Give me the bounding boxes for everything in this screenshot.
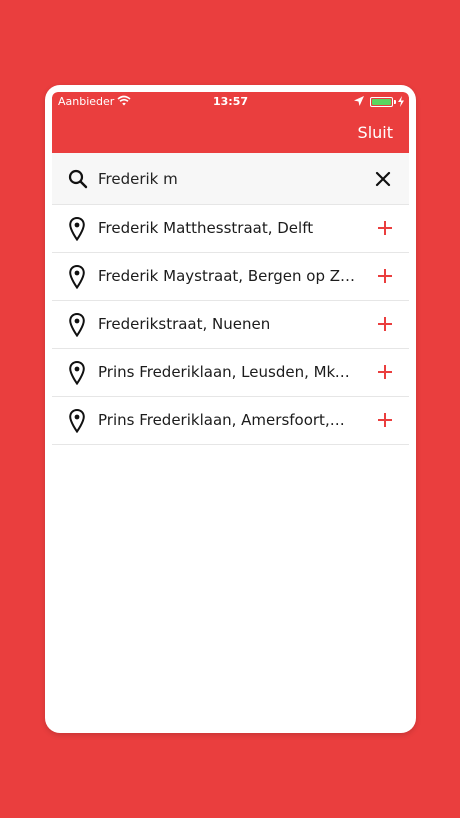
status-bar: Aanbieder 13:57	[52, 92, 409, 112]
map-pin-icon	[69, 312, 85, 341]
charging-bolt-icon	[398, 96, 404, 110]
plus-icon[interactable]	[377, 268, 393, 288]
location-arrow-icon	[354, 96, 364, 109]
plus-icon[interactable]	[377, 220, 393, 240]
close-icon[interactable]	[375, 171, 391, 191]
map-pin-icon	[69, 408, 85, 437]
battery-tip	[394, 100, 396, 104]
result-label: Frederik Maystraat, Bergen op Zoom	[98, 267, 356, 285]
map-pin-icon	[69, 216, 85, 245]
list-item[interactable]: Frederik Matthesstraat, Delft	[52, 205, 409, 253]
list-item[interactable]: Prins Frederiklaan, Amersfoort,…	[52, 397, 409, 445]
result-label: Frederikstraat, Nuenen	[98, 315, 271, 333]
list-item[interactable]: Prins Frederiklaan, Leusden, Mkoa…	[52, 349, 409, 397]
results-list: Frederik Matthesstraat, Delft Frederik M…	[52, 205, 409, 445]
result-label: Frederik Matthesstraat, Delft	[98, 219, 314, 237]
list-item[interactable]: Frederikstraat, Nuenen	[52, 301, 409, 349]
plus-icon[interactable]	[377, 412, 393, 432]
search-bar	[52, 153, 409, 205]
app-header: Aanbieder 13:57 Sluit	[52, 92, 409, 153]
list-item[interactable]: Frederik Maystraat, Bergen op Zoom	[52, 253, 409, 301]
result-label: Prins Frederiklaan, Leusden, Mkoa…	[98, 363, 356, 381]
device-frame: Aanbieder 13:57 Sluit Frederik m Frederi…	[45, 85, 416, 733]
plus-icon[interactable]	[377, 316, 393, 336]
map-pin-icon	[69, 264, 85, 293]
result-label: Prins Frederiklaan, Amersfoort,…	[98, 411, 345, 429]
app-screen: Aanbieder 13:57 Sluit Frederik m Frederi…	[52, 92, 409, 726]
close-button[interactable]: Sluit	[358, 123, 393, 142]
plus-icon[interactable]	[377, 364, 393, 384]
battery-icon	[370, 97, 393, 107]
battery-level	[372, 99, 391, 105]
search-input[interactable]	[98, 167, 358, 191]
map-pin-icon	[69, 360, 85, 389]
search-icon	[68, 169, 88, 193]
